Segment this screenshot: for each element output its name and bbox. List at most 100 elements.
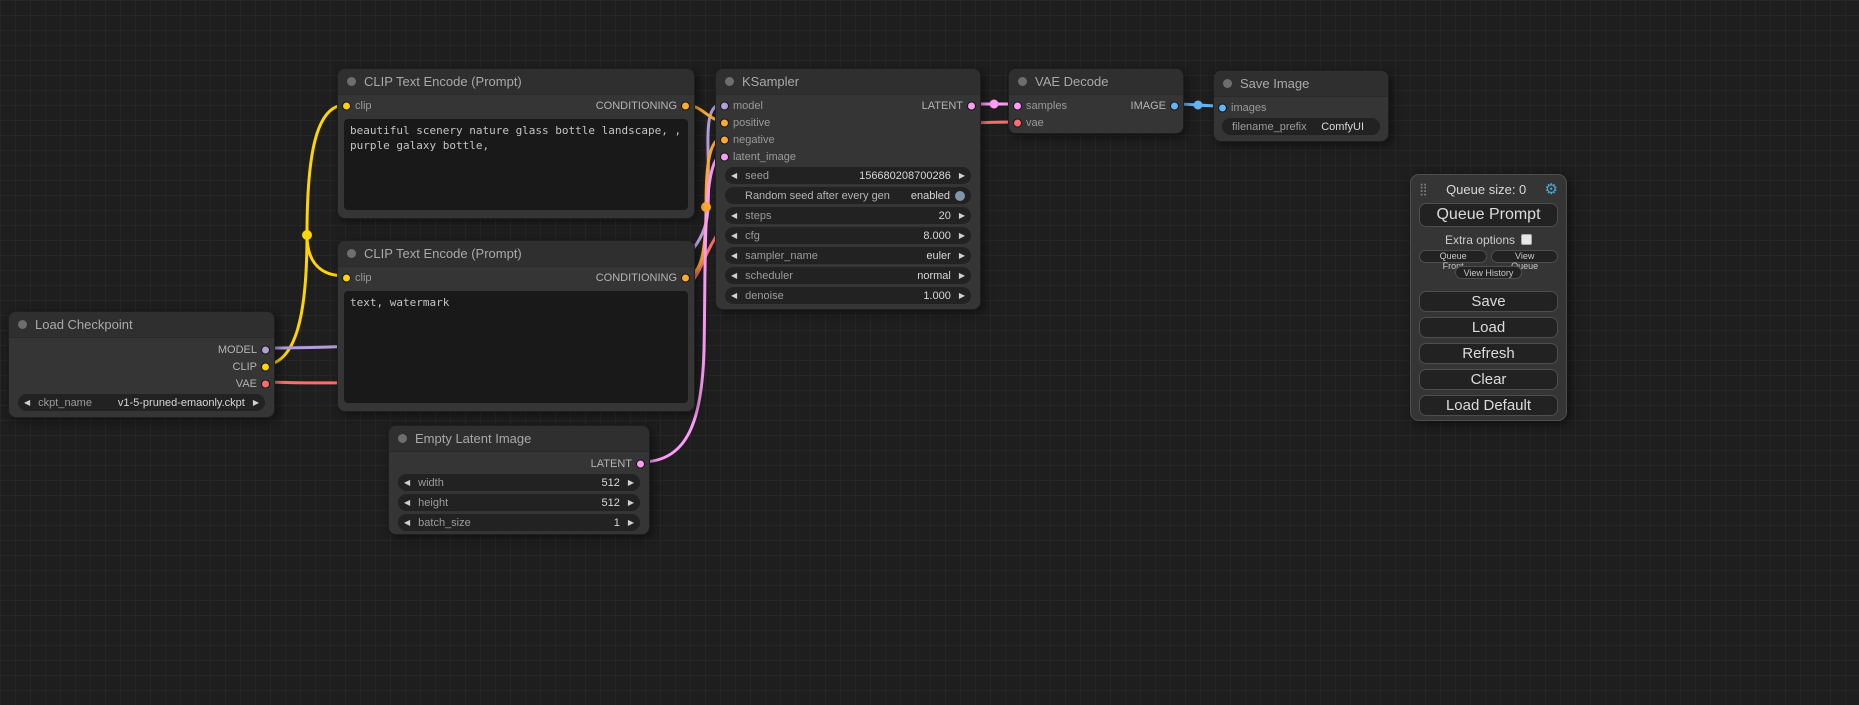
node-graph-canvas[interactable]: Load Checkpoint MODEL CLIP VAE ◀ ckpt_na… [0, 0, 1859, 705]
increment-arrow-icon[interactable]: ▶ [959, 171, 965, 180]
decrement-arrow-icon[interactable]: ◀ [731, 291, 737, 300]
save-workflow-button[interactable]: Save [1419, 291, 1558, 312]
images-input-port[interactable] [1218, 103, 1227, 112]
clip-output-port[interactable] [261, 362, 270, 371]
images-input-label: images [1231, 102, 1266, 114]
clear-button[interactable]: Clear [1419, 369, 1558, 390]
steps-widget[interactable]: ◀ steps 20 ▶ [725, 207, 971, 224]
widget-label: Random seed after every gen [745, 190, 890, 202]
extra-options-checkbox[interactable] [1521, 234, 1532, 245]
decrement-arrow-icon[interactable]: ◀ [24, 398, 30, 407]
widget-label: cfg [745, 230, 760, 242]
decrement-arrow-icon[interactable]: ◀ [731, 171, 737, 180]
decrement-arrow-icon[interactable]: ◀ [731, 271, 737, 280]
collapse-dot-icon[interactable] [398, 434, 407, 443]
collapse-dot-icon[interactable] [18, 320, 27, 329]
decrement-arrow-icon[interactable]: ◀ [731, 251, 737, 260]
node-title-bar[interactable]: VAE Decode [1009, 69, 1183, 95]
model-output-label: MODEL [218, 344, 257, 356]
load-workflow-button[interactable]: Load [1419, 317, 1558, 338]
toggle-dot-icon[interactable] [955, 191, 965, 201]
decrement-arrow-icon[interactable]: ◀ [404, 518, 410, 527]
image-output-port[interactable] [1170, 101, 1179, 110]
widget-label: scheduler [745, 270, 793, 282]
node-title-bar[interactable]: CLIP Text Encode (Prompt) [338, 69, 694, 95]
node-title-bar[interactable]: Save Image [1214, 71, 1388, 97]
scheduler-widget[interactable]: ◀ scheduler normal ▶ [725, 267, 971, 284]
samples-input-port[interactable] [1013, 101, 1022, 110]
view-queue-button[interactable]: View Queue [1491, 250, 1558, 263]
increment-arrow-icon[interactable]: ▶ [959, 291, 965, 300]
height-widget[interactable]: ◀ height 512 ▶ [398, 494, 640, 511]
node-clip-text-encode-positive[interactable]: CLIP Text Encode (Prompt) clip CONDITION… [337, 68, 695, 219]
node-load-checkpoint[interactable]: Load Checkpoint MODEL CLIP VAE ◀ ckpt_na… [8, 311, 275, 418]
vae-input-port[interactable] [1013, 118, 1022, 127]
node-vae-decode[interactable]: VAE Decode samples IMAGE vae [1008, 68, 1184, 134]
widget-label: batch_size [418, 517, 471, 529]
negative-input-port[interactable] [720, 135, 729, 144]
denoise-widget[interactable]: ◀ denoise 1.000 ▶ [725, 287, 971, 304]
clip-input-port[interactable] [342, 101, 351, 110]
samples-input-label: samples [1026, 100, 1067, 112]
latent-output-port[interactable] [636, 459, 645, 468]
increment-arrow-icon[interactable]: ▶ [959, 231, 965, 240]
collapse-dot-icon[interactable] [725, 77, 734, 86]
node-title-bar[interactable]: CLIP Text Encode (Prompt) [338, 241, 694, 267]
node-title-bar[interactable]: KSampler [716, 69, 980, 95]
increment-arrow-icon[interactable]: ▶ [628, 518, 634, 527]
widget-label: height [418, 497, 448, 509]
increment-arrow-icon[interactable]: ▶ [253, 398, 259, 407]
filename-prefix-widget[interactable]: filename_prefix ComfyUI [1222, 118, 1380, 135]
decrement-arrow-icon[interactable]: ◀ [404, 478, 410, 487]
decrement-arrow-icon[interactable]: ◀ [731, 211, 737, 220]
vae-output-label: VAE [236, 378, 257, 390]
conditioning-output-port[interactable] [681, 273, 690, 282]
widget-value: 512 [601, 497, 619, 509]
queue-front-button[interactable]: Queue Front [1419, 250, 1487, 263]
latent-output-port[interactable] [967, 101, 976, 110]
seed-widget[interactable]: ◀ seed 156680208700286 ▶ [725, 167, 971, 184]
positive-prompt-textarea[interactable]: beautiful scenery nature glass bottle la… [344, 119, 688, 210]
sampler-name-widget[interactable]: ◀ sampler_name euler ▶ [725, 247, 971, 264]
decrement-arrow-icon[interactable]: ◀ [731, 231, 737, 240]
negative-prompt-textarea[interactable]: text, watermark [344, 291, 688, 403]
vae-output-port[interactable] [261, 379, 270, 388]
collapse-dot-icon[interactable] [1018, 77, 1027, 86]
ckpt-name-widget[interactable]: ◀ ckpt_name v1-5-pruned-emaonly.ckpt ▶ [18, 394, 265, 411]
model-output-port[interactable] [261, 345, 270, 354]
node-ksampler[interactable]: KSampler model LATENT positive negative … [715, 68, 981, 310]
latent-image-input-port[interactable] [720, 152, 729, 161]
clip-input-port[interactable] [342, 273, 351, 282]
cfg-widget[interactable]: ◀ cfg 8.000 ▶ [725, 227, 971, 244]
conditioning-output-port[interactable] [681, 101, 690, 110]
collapse-dot-icon[interactable] [347, 249, 356, 258]
node-title-label: Empty Latent Image [415, 431, 531, 446]
collapse-dot-icon[interactable] [347, 77, 356, 86]
increment-arrow-icon[interactable]: ▶ [959, 271, 965, 280]
node-empty-latent-image[interactable]: Empty Latent Image LATENT ◀ width 512 ▶ … [388, 425, 650, 535]
load-default-button[interactable]: Load Default [1419, 395, 1558, 416]
node-title-bar[interactable]: Empty Latent Image [389, 426, 649, 452]
settings-gear-icon[interactable]: ⚙ [1545, 180, 1558, 198]
increment-arrow-icon[interactable]: ▶ [628, 478, 634, 487]
node-title-bar[interactable]: Load Checkpoint [9, 312, 274, 338]
node-save-image[interactable]: Save Image images filename_prefix ComfyU… [1213, 70, 1389, 142]
increment-arrow-icon[interactable]: ▶ [628, 498, 634, 507]
drag-handle-icon[interactable]: ⣿ [1419, 182, 1428, 196]
node-clip-text-encode-negative[interactable]: CLIP Text Encode (Prompt) clip CONDITION… [337, 240, 695, 412]
positive-input-port[interactable] [720, 118, 729, 127]
collapse-dot-icon[interactable] [1223, 79, 1232, 88]
queue-prompt-button[interactable]: Queue Prompt [1419, 203, 1558, 227]
view-history-button[interactable]: View History [1455, 266, 1523, 279]
increment-arrow-icon[interactable]: ▶ [959, 251, 965, 260]
batch-size-widget[interactable]: ◀ batch_size 1 ▶ [398, 514, 640, 531]
widget-value: ComfyUI [1321, 121, 1364, 133]
random-seed-toggle-widget[interactable]: Random seed after every gen enabled [725, 187, 971, 204]
decrement-arrow-icon[interactable]: ◀ [404, 498, 410, 507]
refresh-button[interactable]: Refresh [1419, 343, 1558, 364]
model-input-port[interactable] [720, 101, 729, 110]
increment-arrow-icon[interactable]: ▶ [959, 211, 965, 220]
negative-input-label: negative [733, 134, 775, 146]
extra-options-row: Extra options [1419, 232, 1558, 247]
width-widget[interactable]: ◀ width 512 ▶ [398, 474, 640, 491]
